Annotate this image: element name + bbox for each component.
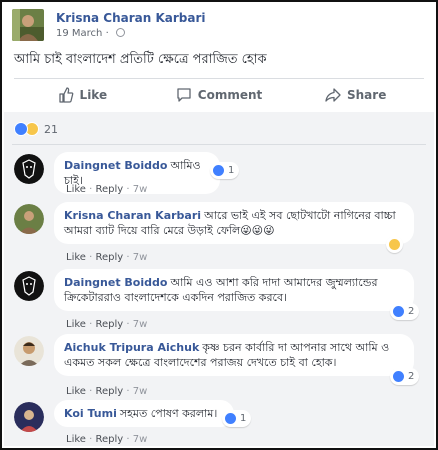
comment-meta: Like · Reply · 7w: [66, 386, 147, 397]
comment-icon: [177, 88, 191, 102]
commenter-avatar[interactable]: [14, 204, 44, 234]
comment-meta: Like · Reply · 7w: [66, 252, 147, 263]
comment-meta: Like · Reply · 7w: [66, 184, 147, 195]
comment: Aichuk Tripura Aichuk কৃষ্ণ চরন কার্বারি …: [14, 334, 424, 400]
comment-reply-link[interactable]: Reply: [96, 434, 124, 445]
comment-reply-link[interactable]: Reply: [96, 184, 124, 195]
reaction-summary[interactable]: 21: [14, 120, 58, 138]
commenter-name[interactable]: Krisna Charan Karbari: [64, 209, 201, 222]
divider: [14, 78, 424, 79]
comments-section: 21 Daingnet Boiddo আমিও চাই। 1 Like · Rep…: [4, 112, 434, 446]
separator: ·: [89, 434, 93, 445]
comment-reaction-count: 1: [240, 413, 247, 424]
commenter-name[interactable]: Daingnet Boiddo: [64, 276, 167, 289]
separator: ·: [126, 434, 130, 445]
comment-bubble: Aichuk Tripura Aichuk কৃষ্ণ চরন কার্বারি …: [54, 334, 414, 376]
comment-reply-link[interactable]: Reply: [96, 252, 124, 263]
like-reaction-icon: [14, 122, 28, 136]
comment-button[interactable]: Comment: [151, 80, 288, 110]
comment-time[interactable]: 7w: [133, 252, 148, 263]
post-timestamp[interactable]: 19 March ·: [56, 28, 125, 39]
commenter-name[interactable]: Koi Tumi: [64, 407, 117, 420]
comment-like-link[interactable]: Like: [66, 184, 86, 195]
comment-reactions[interactable]: 2: [390, 368, 420, 385]
author-avatar[interactable]: [12, 9, 44, 41]
comment-like-link[interactable]: Like: [66, 319, 86, 330]
divider: [12, 144, 426, 145]
share-label: Share: [347, 88, 387, 102]
post-actions: Like Comment Share: [14, 80, 424, 110]
commenter-avatar[interactable]: [14, 402, 44, 432]
separator: ·: [126, 252, 130, 263]
facebook-post: Krisna Charan Karbari 19 March · আমি চাই…: [0, 0, 438, 450]
comment-reactions[interactable]: [386, 236, 403, 253]
share-icon: [325, 88, 341, 102]
share-button[interactable]: Share: [287, 80, 424, 110]
comment: Daingnet Boiddo আমিও চাই। 1 Like · Reply …: [14, 152, 424, 202]
comment-reaction-count: 2: [408, 306, 415, 317]
comment-like-link[interactable]: Like: [66, 252, 86, 263]
like-reaction-icon: [212, 164, 225, 177]
globe-icon: [115, 28, 125, 37]
separator: ·: [126, 184, 130, 195]
commenter-avatar[interactable]: [14, 271, 44, 301]
comment-reactions[interactable]: 2: [390, 303, 420, 320]
like-button[interactable]: Like: [14, 80, 151, 110]
comment-bubble: Koi Tumi সহমত পোষণ করলাম।: [54, 400, 234, 427]
comment-reactions[interactable]: 1: [210, 162, 240, 179]
post-author-name[interactable]: Krisna Charan Karbari: [56, 11, 206, 25]
separator: ·: [89, 184, 93, 195]
comment-reactions[interactable]: 1: [222, 410, 252, 427]
commenter-name[interactable]: Daingnet Boiddo: [64, 159, 167, 172]
like-label: Like: [79, 88, 108, 102]
comment-text: সহমত পোষণ করলাম।: [119, 407, 218, 420]
comment-time[interactable]: 7w: [133, 434, 148, 445]
comment-reaction-count: 1: [228, 165, 235, 176]
separator: ·: [89, 386, 93, 397]
separator: ·: [126, 386, 130, 397]
like-reaction-icon: [392, 305, 405, 318]
comment: Koi Tumi সহমত পোষণ করলাম। 1 Like · Reply …: [14, 400, 424, 450]
comment-like-link[interactable]: Like: [66, 434, 86, 445]
like-reaction-icon: [224, 412, 237, 425]
comment-reply-link[interactable]: Reply: [96, 319, 124, 330]
post-time-text[interactable]: 19 March: [56, 28, 102, 39]
comment-meta: Like · Reply · 7w: [66, 434, 147, 445]
separator: ·: [89, 252, 93, 263]
comment-time[interactable]: 7w: [133, 184, 148, 195]
comment-meta: Like · Reply · 7w: [66, 319, 147, 330]
commenter-avatar[interactable]: [14, 154, 44, 184]
reaction-count[interactable]: 21: [44, 123, 58, 136]
comment-time[interactable]: 7w: [133, 319, 148, 330]
commenter-name[interactable]: Aichuk Tripura Aichuk: [64, 341, 199, 354]
like-icon: [58, 87, 73, 103]
comment-bubble: Krisna Charan Karbari আরে ভাই এই সব ছোটখা…: [54, 202, 414, 244]
comment-time[interactable]: 7w: [133, 386, 148, 397]
comment-reaction-count: 2: [408, 371, 415, 382]
post-text: আমি চাই বাংলাদেশ প্রতিটি ক্ষেত্রে পরাজিত…: [14, 52, 267, 67]
separator: ·: [126, 319, 130, 330]
haha-reaction-icon: [388, 238, 401, 251]
like-reaction-icon: [392, 370, 405, 383]
comment-like-link[interactable]: Like: [66, 386, 86, 397]
comment: Krisna Charan Karbari আরে ভাই এই সব ছোটখা…: [14, 202, 424, 272]
commenter-avatar[interactable]: [14, 336, 44, 366]
separator: ·: [89, 319, 93, 330]
comment-reply-link[interactable]: Reply: [96, 386, 124, 397]
comment-label: Comment: [197, 88, 263, 102]
comment-bubble: Daingnet Boiddo আমি এও আশা করি দাদা আমাদে…: [54, 269, 414, 311]
comment: Daingnet Boiddo আমি এও আশা করি দাদা আমাদে…: [14, 269, 424, 335]
